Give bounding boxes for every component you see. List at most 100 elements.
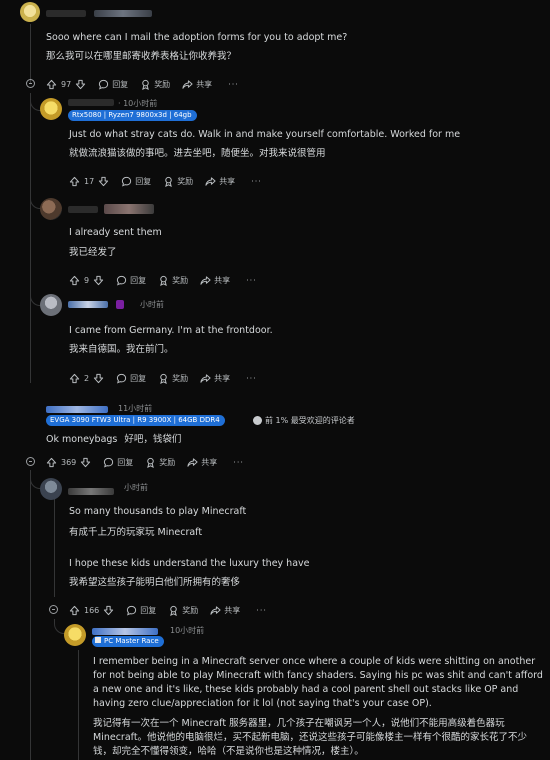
reply-icon[interactable] bbox=[121, 176, 132, 187]
downvote-icon[interactable] bbox=[93, 373, 104, 384]
upvote-icon[interactable] bbox=[69, 176, 80, 187]
more-options-button[interactable]: ··· bbox=[256, 606, 267, 615]
reply-icon[interactable] bbox=[98, 79, 109, 90]
user-flair: PC Master Race bbox=[92, 636, 164, 647]
share-button[interactable]: 共享 bbox=[224, 605, 240, 616]
username-redacted[interactable] bbox=[68, 488, 114, 495]
collapse-button[interactable] bbox=[49, 605, 58, 614]
comment-body-zh: 我已经发了 bbox=[69, 247, 117, 258]
thread-line-root[interactable] bbox=[30, 24, 31, 84]
upvote-icon[interactable] bbox=[46, 457, 57, 468]
username-redacted[interactable] bbox=[68, 99, 114, 106]
award-button[interactable]: 奖励 bbox=[154, 79, 170, 90]
more-options-button[interactable]: ··· bbox=[228, 80, 239, 89]
upvote-icon[interactable] bbox=[69, 275, 80, 286]
share-icon[interactable] bbox=[200, 373, 211, 384]
vote-count: 9 bbox=[84, 275, 90, 285]
award-button[interactable]: 奖励 bbox=[172, 373, 188, 384]
username-redacted[interactable] bbox=[46, 406, 108, 413]
thread-line-level1b[interactable] bbox=[30, 470, 31, 760]
comment-body-zh: 我来自德国。我在前门。 bbox=[69, 344, 174, 355]
share-button[interactable]: 共享 bbox=[214, 275, 230, 286]
comment-body-zh: 有成千上万的玩家玩 Minecraft bbox=[69, 527, 203, 538]
thread-line-level2[interactable] bbox=[54, 487, 55, 597]
user-avatar[interactable] bbox=[20, 2, 40, 22]
thread-line-level3[interactable] bbox=[78, 650, 79, 760]
award-icon[interactable] bbox=[140, 79, 151, 90]
top-commenter-icon bbox=[253, 416, 262, 425]
top-commenter-badge: 前 1% 最受欢迎的评论者 bbox=[265, 416, 355, 425]
share-button[interactable]: 共享 bbox=[219, 176, 235, 187]
user-flair: EVGA 3090 FTW3 Ultra | R9 3900X | 64GB D… bbox=[46, 415, 225, 426]
reply-icon[interactable] bbox=[126, 605, 137, 616]
downvote-icon[interactable] bbox=[93, 275, 104, 286]
share-icon[interactable] bbox=[210, 605, 221, 616]
comment-body-en: I remember being in a Minecraft server o… bbox=[93, 656, 543, 709]
more-options-button[interactable]: ··· bbox=[233, 458, 244, 467]
award-icon[interactable] bbox=[163, 176, 174, 187]
username-redacted[interactable] bbox=[92, 628, 158, 635]
comment-actions: 17 回复 奖励 共享 ··· bbox=[69, 174, 262, 188]
upvote-icon[interactable] bbox=[46, 79, 57, 90]
reply-button[interactable]: 回复 bbox=[130, 275, 146, 286]
comment-body-zh: 我希望这些孩子能明白他们所拥有的奢侈 bbox=[69, 577, 241, 588]
username-redacted[interactable] bbox=[68, 206, 98, 213]
award-button[interactable]: 奖励 bbox=[182, 605, 198, 616]
comment-body-en: I came from Germany. I'm at the frontdoo… bbox=[69, 325, 273, 336]
award-button[interactable]: 奖励 bbox=[177, 176, 193, 187]
reply-icon[interactable] bbox=[103, 457, 114, 468]
reply-icon[interactable] bbox=[116, 373, 127, 384]
share-icon[interactable] bbox=[182, 79, 193, 90]
more-options-button[interactable]: ··· bbox=[251, 177, 262, 186]
share-icon[interactable] bbox=[200, 275, 211, 286]
share-button[interactable]: 共享 bbox=[201, 457, 217, 468]
user-avatar[interactable] bbox=[40, 294, 62, 316]
more-options-button[interactable]: ··· bbox=[246, 276, 257, 285]
comment-timestamp: 小时前 bbox=[140, 300, 164, 309]
reply-button[interactable]: 回复 bbox=[130, 373, 146, 384]
award-icon[interactable] bbox=[168, 605, 179, 616]
award-button[interactable]: 奖励 bbox=[172, 275, 188, 286]
user-avatar[interactable] bbox=[40, 198, 62, 220]
comment-timestamp: 11小时前 bbox=[118, 404, 153, 413]
user-avatar[interactable] bbox=[40, 98, 62, 120]
vote-count: 369 bbox=[61, 457, 77, 467]
more-options-button[interactable]: ··· bbox=[246, 374, 257, 383]
username-redacted[interactable] bbox=[94, 10, 152, 17]
vote-count: 2 bbox=[84, 373, 90, 383]
comment-actions: 97 回复 奖励 共享 ··· bbox=[46, 77, 239, 91]
award-button[interactable]: 奖励 bbox=[159, 457, 175, 468]
username-redacted[interactable] bbox=[46, 10, 86, 17]
award-icon[interactable] bbox=[145, 457, 156, 468]
user-avatar[interactable] bbox=[40, 478, 62, 500]
upvote-icon[interactable] bbox=[69, 373, 80, 384]
collapse-button[interactable] bbox=[26, 457, 35, 466]
comment-timestamp: 10小时前 bbox=[170, 626, 205, 635]
user-avatar[interactable] bbox=[64, 624, 86, 646]
reply-button[interactable]: 回复 bbox=[135, 176, 151, 187]
share-button[interactable]: 共享 bbox=[214, 373, 230, 384]
upvote-icon[interactable] bbox=[69, 605, 80, 616]
thread-line-level1[interactable] bbox=[30, 93, 31, 383]
share-icon[interactable] bbox=[205, 176, 216, 187]
award-icon[interactable] bbox=[158, 373, 169, 384]
collapse-button[interactable] bbox=[26, 79, 35, 88]
reply-button[interactable]: 回复 bbox=[112, 79, 128, 90]
reply-button[interactable]: 回复 bbox=[140, 605, 156, 616]
username-redacted[interactable] bbox=[104, 204, 154, 214]
downvote-icon[interactable] bbox=[80, 457, 91, 468]
reply-icon[interactable] bbox=[116, 275, 127, 286]
downvote-icon[interactable] bbox=[75, 79, 86, 90]
username-redacted[interactable] bbox=[68, 301, 108, 308]
share-icon[interactable] bbox=[187, 457, 198, 468]
username-redacted[interactable] bbox=[116, 300, 124, 309]
reply-button[interactable]: 回复 bbox=[117, 457, 133, 468]
downvote-icon[interactable] bbox=[98, 176, 109, 187]
downvote-icon[interactable] bbox=[103, 605, 114, 616]
comment-body-zh: 那么我可以在哪里邮寄收养表格让你收养我？ bbox=[46, 51, 237, 62]
share-button[interactable]: 共享 bbox=[196, 79, 212, 90]
comment-timestamp: 小时前 bbox=[124, 483, 148, 492]
comment-body-en: I hope these kids understand the luxury … bbox=[69, 558, 310, 569]
award-icon[interactable] bbox=[158, 275, 169, 286]
comment-actions: 9 回复 奖励 共享 ··· bbox=[69, 273, 257, 287]
